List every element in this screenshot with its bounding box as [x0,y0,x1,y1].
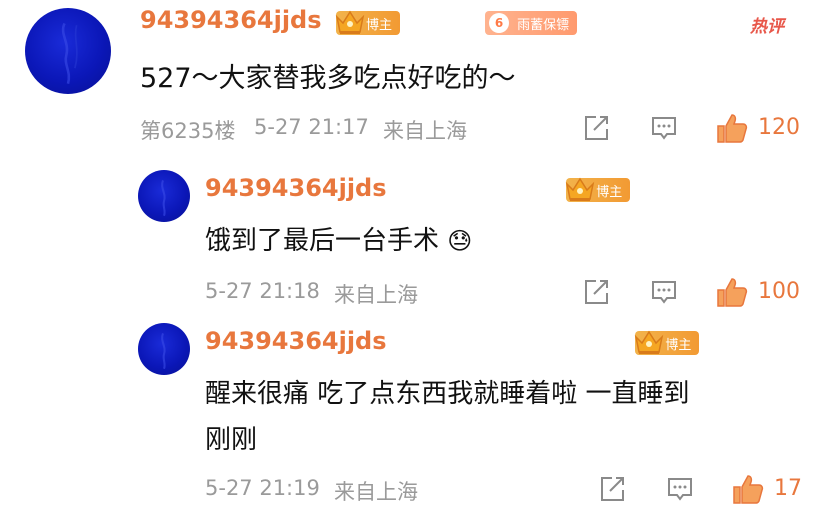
crown-icon [565,177,595,201]
reply-time: 5-27 21:19 [205,476,320,500]
like-button[interactable] [716,112,748,144]
fan-badge-label: 雨蓄保镖 [517,17,570,33]
author-badge-label: 博主 [596,184,623,200]
like-count: 17 [774,476,802,501]
share-icon[interactable] [582,278,610,306]
comment-time: 5-27 21:17 [254,115,369,139]
like-button[interactable] [732,473,764,505]
reply-text-line1: 醒来很痛 吃了点东西我就睡着啦 一直睡到 [205,379,690,409]
thumbs-up-icon [717,114,748,143]
username[interactable]: 94394364jjds [140,6,322,34]
reply-username[interactable]: 94394364jjds [205,327,387,355]
comment-icon[interactable] [650,278,678,306]
author-badge: 博主 [565,177,631,202]
comment-icon[interactable] [650,114,678,142]
reply-text: 饿到了最后一台手术 😓 [205,220,472,257]
fan-badge[interactable]: 6 雨蓄保镖 [485,11,578,35]
share-icon[interactable] [598,475,626,503]
share-icon[interactable] [582,114,610,142]
like-button[interactable] [716,276,748,308]
comment-floor: 第6235楼 [140,119,236,143]
sweat-emoji-icon: 😓 [447,227,473,255]
crown-icon [635,330,664,354]
avatar[interactable] [25,8,111,94]
comment-location: 来自上海 [383,119,467,143]
author-badge-label: 博主 [366,17,393,33]
reply-username[interactable]: 94394364jjds [205,174,387,202]
thumbs-up-icon [733,475,764,504]
avatar[interactable] [138,323,190,375]
author-badge-label: 博主 [665,337,692,353]
reply-location: 来自上海 [334,480,418,504]
hot-comment-label: 热评 [750,17,784,37]
author-badge: 博主 [635,330,700,355]
avatar[interactable] [138,170,190,222]
reply-text-body: 饿到了最后一台手术 [205,226,440,256]
thumbs-up-icon [717,278,748,307]
comment-text: 527～大家替我多吃点好吃的～ [140,63,516,94]
crown-icon [335,10,365,34]
comment-icon[interactable] [666,475,694,503]
reply-text-line2: 刚刚 [205,425,258,455]
reply-location: 来自上海 [334,283,418,307]
fan-level: 6 [489,13,510,33]
author-badge: 博主 [335,10,401,35]
like-count: 100 [758,279,800,304]
reply-time: 5-27 21:18 [205,279,320,303]
like-count: 120 [758,115,800,140]
